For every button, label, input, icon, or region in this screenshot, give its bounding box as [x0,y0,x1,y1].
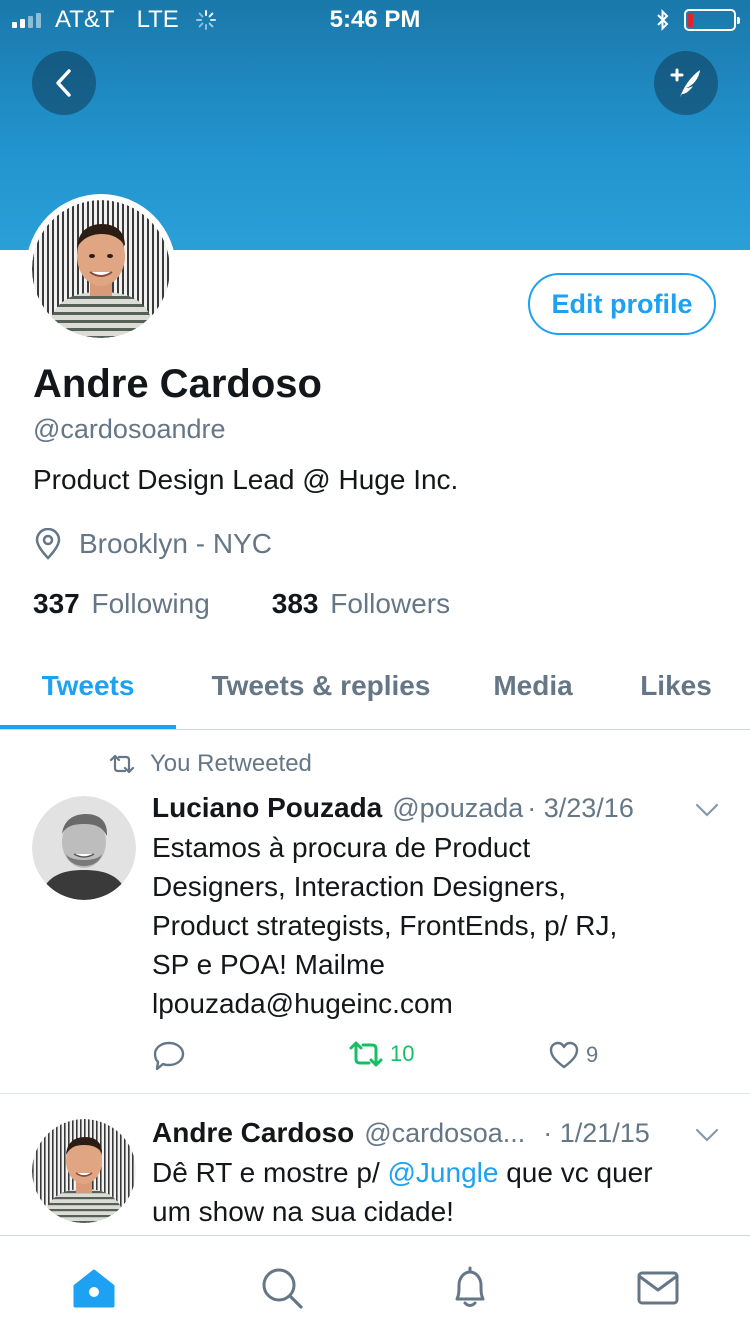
tweet-author-handle: @pouzada [392,793,524,823]
profile-avatar[interactable] [26,194,176,344]
home-icon [73,1269,115,1308]
tweet-author-avatar[interactable] [32,796,136,900]
retweet-icon [349,1041,383,1067]
reply-icon [153,1041,185,1071]
tweet-text: Dê RT e mostre p/ @Jungle que vc quer um… [152,1157,653,1227]
like-count: 9 [586,1042,599,1067]
bluetooth-icon [657,9,669,31]
followers-stat[interactable]: 383 Followers [272,588,450,620]
chevron-left-icon [56,69,71,97]
tweet-header: Andre Cardoso @cardosoa... · 1/21/15 [152,1117,650,1149]
active-tab-indicator [0,725,176,729]
profile-handle: @cardosoandre [33,414,226,444]
location-label: Brooklyn - NYC [79,528,272,559]
tweet-header: Luciano Pouzada @pouzada · 3/23/16 [152,792,634,824]
compose-tweet-icon [670,68,700,97]
tabbar-search[interactable] [258,1264,306,1312]
mail-icon [637,1271,679,1305]
tweet-item[interactable]: You Retweeted Luciano Pouzada @pouzada ·… [0,730,750,1094]
retweet-note: You Retweeted [108,750,312,778]
retweet-icon [109,754,135,774]
profile-name: Andre Cardoso [33,362,322,406]
like-button[interactable]: 9 [548,1040,598,1070]
tweet-text: Estamos à procura de Product Designers, … [152,832,618,1019]
profile-bio: Product Design Lead @ Huge Inc. [33,464,459,495]
profile-stats: 337 Following 383 Followers [33,588,450,620]
bell-icon [455,1266,485,1307]
bottom-tab-bar [0,1235,750,1334]
tweet-actions: 10 9 [152,1040,712,1080]
tweet-author-name[interactable]: Andre Cardoso [152,1117,354,1149]
location-pin-icon [35,528,61,560]
reply-button[interactable] [152,1040,186,1072]
profile-tabs: Tweets Tweets & replies Media Likes [0,650,750,730]
back-button[interactable] [32,51,96,115]
tab-tweets[interactable]: Tweets [0,650,176,730]
tweet-author-avatar[interactable] [32,1119,136,1223]
tweet-author-handle: @cardosoa... [364,1118,526,1148]
tweet-date: · 1/21/15 [543,1118,650,1148]
chevron-down-icon[interactable] [694,1127,720,1143]
status-bar: AT&T LTE 5:46 PM [0,0,750,40]
tabbar-messages[interactable] [634,1264,682,1312]
search-icon [262,1268,303,1309]
edit-profile-button[interactable]: Edit profile [528,273,716,335]
tabbar-home[interactable] [70,1264,118,1312]
status-time: 5:46 PM [329,6,421,33]
tweet-date: · 3/23/16 [527,793,634,823]
chevron-down-icon[interactable] [694,802,720,818]
retweet-button[interactable]: 10 [348,1040,414,1068]
profile-location: Brooklyn - NYC [33,528,272,560]
heart-icon [549,1041,579,1069]
mention-link[interactable]: @Jungle [388,1157,499,1188]
avatar-photo [32,200,170,338]
retweet-count: 10 [390,1041,415,1066]
tweet-item[interactable]: Andre Cardoso @cardosoa... · 1/21/15 Dê … [0,1095,750,1235]
tab-likes[interactable]: Likes [610,650,742,730]
tweet-author-name[interactable]: Luciano Pouzada [152,792,382,824]
status-right [656,8,740,32]
compose-tweet-button[interactable] [654,51,718,115]
tabbar-notifications[interactable] [446,1264,494,1312]
tab-tweets-replies[interactable]: Tweets & replies [180,650,462,730]
tab-media[interactable]: Media [470,650,596,730]
following-stat[interactable]: 337 Following [33,588,210,620]
battery-icon [684,9,740,31]
